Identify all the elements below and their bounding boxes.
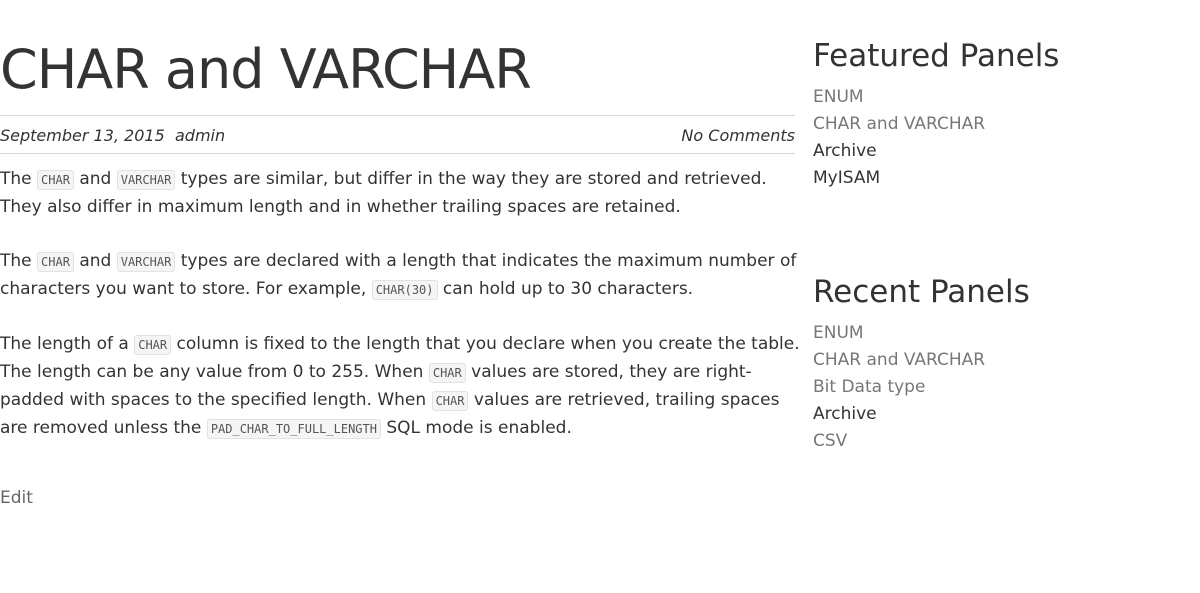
featured-link-char-varchar[interactable]: CHAR and VARCHAR: [813, 114, 985, 134]
post-author[interactable]: admin: [175, 126, 225, 145]
list-item: Bit Data type: [813, 374, 985, 401]
recent-link-bit-data-type[interactable]: Bit Data type: [813, 377, 925, 397]
post-date[interactable]: September 13, 2015: [0, 126, 165, 145]
post-meta: September 13, 2015 admin No Comments: [0, 115, 795, 154]
code-varchar: VARCHAR: [116, 252, 176, 272]
text: The: [0, 251, 38, 271]
featured-panels-title: Featured Panels: [813, 38, 1060, 74]
text: and: [73, 169, 117, 189]
edit-link[interactable]: Edit: [0, 488, 33, 508]
featured-link-myisam[interactable]: MyISAM: [813, 168, 880, 188]
paragraph-3: The length of a CHAR column is fixed to …: [0, 331, 800, 443]
list-item: CHAR and VARCHAR: [813, 111, 985, 138]
text: and: [73, 251, 117, 271]
list-item: MyISAM: [813, 165, 985, 192]
recent-link-archive[interactable]: Archive: [813, 404, 877, 424]
post-title: CHAR and VARCHAR: [0, 38, 532, 101]
code-varchar: VARCHAR: [116, 170, 176, 190]
list-item: Archive: [813, 401, 985, 428]
text: The length of a: [0, 334, 135, 354]
text: The: [0, 169, 38, 189]
featured-link-archive[interactable]: Archive: [813, 141, 877, 161]
list-item: ENUM: [813, 320, 985, 347]
code-char: CHAR: [37, 170, 74, 190]
featured-link-enum[interactable]: ENUM: [813, 87, 864, 107]
list-item: ENUM: [813, 84, 985, 111]
text: SQL mode is enabled.: [380, 418, 572, 438]
recent-link-char-varchar[interactable]: CHAR and VARCHAR: [813, 350, 985, 370]
code-char: CHAR: [431, 391, 469, 411]
recent-panels-list: ENUM CHAR and VARCHAR Bit Data type Arch…: [813, 320, 985, 455]
code-char-30: CHAR(30): [371, 280, 438, 300]
page: CHAR and VARCHAR September 13, 2015 admi…: [0, 0, 1200, 593]
list-item: Archive: [813, 138, 985, 165]
recent-link-csv[interactable]: CSV: [813, 431, 847, 451]
recent-link-enum[interactable]: ENUM: [813, 323, 864, 343]
text: can hold up to 30 characters.: [437, 279, 694, 299]
code-char: CHAR: [37, 252, 74, 272]
list-item: CHAR and VARCHAR: [813, 347, 985, 374]
post-body: The CHAR and VARCHAR types are similar, …: [0, 166, 800, 470]
comments-link[interactable]: No Comments: [681, 126, 795, 145]
code-pad-char: PAD_CHAR_TO_FULL_LENGTH: [206, 419, 381, 439]
code-char: CHAR: [134, 335, 172, 355]
paragraph-1: The CHAR and VARCHAR types are similar, …: [0, 166, 800, 221]
recent-panels-title: Recent Panels: [813, 274, 1030, 310]
code-char: CHAR: [428, 363, 466, 383]
paragraph-2: The CHAR and VARCHAR types are declared …: [0, 248, 800, 304]
featured-panels-list: ENUM CHAR and VARCHAR Archive MyISAM: [813, 84, 985, 192]
list-item: CSV: [813, 428, 985, 455]
